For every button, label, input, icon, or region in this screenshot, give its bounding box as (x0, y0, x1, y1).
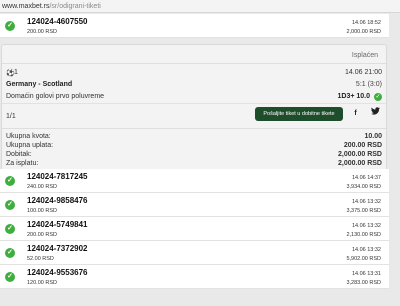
ticket-date: 14.06 18:52 (351, 20, 381, 26)
event-count: 1/1 (6, 113, 16, 120)
address-bar[interactable]: www.maxbet.rs/sr/odigrani-tiketi (0, 0, 400, 13)
ticket-win: 2,130.00 RSD (346, 232, 381, 238)
ticket-id: 124024-7372902 (27, 244, 88, 253)
ticket-stake: 52.00 RSD (27, 256, 54, 262)
summary-value: 200.00 RSD (343, 142, 382, 149)
ticket-row[interactable]: ✓ 124024-9858476 100.00 RSD 14.06 13:32 … (0, 193, 389, 217)
summary-label: Ukupna kvota: (6, 133, 51, 140)
ticket-row[interactable]: ✓ 124024-9553676 120.00 RSD 14.06 13:31 … (0, 265, 389, 289)
summary-label: Za isplatu: (6, 160, 39, 167)
ticket-win: 5,902.00 RSD (346, 256, 381, 262)
ticket-row[interactable]: ✓ 124024-7372902 52.00 RSD 14.06 13:32 5… (0, 241, 389, 265)
check-icon: ✓ (5, 224, 15, 234)
ticket-id: 124024-9858476 (27, 196, 88, 205)
ticket-win: 3,375.00 RSD (346, 208, 381, 214)
ticket-list-top: ✓ 124024-4607550 200.00 RSD 14.06 18:52 … (0, 14, 389, 38)
status-badge: Isplaćen (351, 52, 378, 59)
ticket-win: 3,283.00 RSD (346, 280, 381, 286)
ticket-id: 124024-7817245 (27, 172, 88, 181)
match-name: Germany - Scotland (6, 81, 73, 88)
tickets-page: ✓ 124024-4607550 200.00 RSD 14.06 18:52 … (0, 14, 400, 306)
divider (2, 63, 386, 64)
url-host: www.maxbet.rs (2, 3, 50, 10)
check-icon: ✓ (5, 21, 15, 31)
ticket-stake: 200.00 RSD (27, 29, 57, 35)
check-icon: ✓ (374, 93, 382, 101)
divider (2, 103, 386, 104)
ticket-stake: 240.00 RSD (27, 184, 57, 190)
summary-value: 10.00 (364, 133, 382, 140)
event-time: 14.06 21:00 (345, 69, 382, 76)
divider (2, 128, 386, 129)
ticket-date: 14.06 14:37 (351, 175, 381, 181)
summary-label: Ukupna uplata: (6, 142, 54, 149)
check-icon: ✓ (5, 272, 15, 282)
ticket-date: 14.06 13:32 (351, 199, 381, 205)
match-score: 5:1 (3:0) (355, 81, 382, 88)
ticket-row[interactable]: ✓ 124024-5749841 200.00 RSD 14.06 13:32 … (0, 217, 389, 241)
event-number: 1 (14, 69, 18, 76)
ticket-stake: 100.00 RSD (27, 208, 57, 214)
check-icon: ✓ (5, 248, 15, 258)
twitter-bird-icon (371, 107, 380, 115)
bet-market: Domaćin golovi prvo poluvreme (6, 93, 105, 100)
ticket-id: 124024-4607550 (27, 17, 88, 26)
ticket-stake: 120.00 RSD (27, 280, 57, 286)
ticket-date: 14.06 13:31 (351, 271, 381, 277)
send-winning-ticket-button[interactable]: Pošaljite tiket u dobitne tikete (255, 107, 343, 121)
check-icon: ✓ (5, 200, 15, 210)
ticket-stake: 200.00 RSD (27, 232, 57, 238)
ticket-id: 124024-5749841 (27, 220, 88, 229)
twitter-icon[interactable] (368, 107, 383, 121)
ticket-date: 14.06 13:32 (351, 247, 381, 253)
ticket-win: 2,000.00 RSD (346, 29, 381, 35)
ticket-date: 14.06 13:32 (351, 223, 381, 229)
url-path: /sr/odigrani-tiketi (49, 3, 101, 10)
summary-value: 2,000.00 RSD (338, 160, 382, 167)
ticket-win: 3,934.00 RSD (346, 184, 381, 190)
facebook-icon[interactable]: f (348, 107, 363, 121)
bet-pick: 1D3+ 10.0 (337, 93, 371, 100)
ticket-id: 124024-9553676 (27, 268, 88, 277)
summary-label: Dobitak: (6, 151, 32, 158)
ticket-list: ✓ 124024-7817245 240.00 RSD 14.06 14:37 … (0, 169, 389, 289)
ticket-row[interactable]: ✓ 124024-4607550 200.00 RSD 14.06 18:52 … (0, 14, 389, 38)
ticket-row[interactable]: ✓ 124024-7817245 240.00 RSD 14.06 14:37 … (0, 169, 389, 193)
summary-value: 2,000.00 RSD (338, 151, 382, 158)
ticket-detail: Isplaćen ⚽ 1 14.06 21:00 Germany - Scotl… (1, 44, 387, 178)
check-icon: ✓ (5, 176, 15, 186)
